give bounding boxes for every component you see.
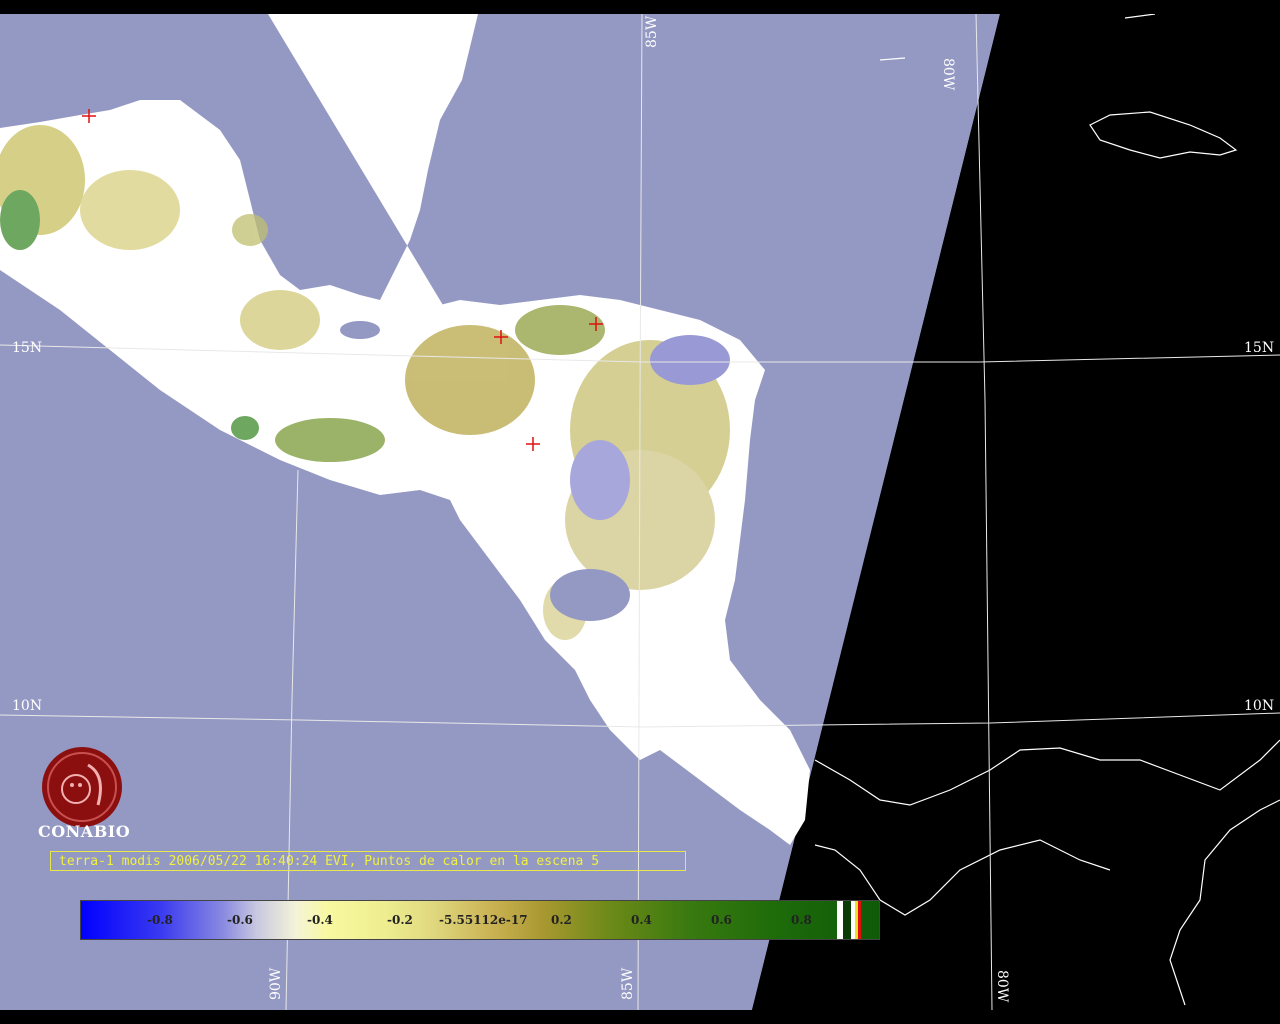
lake-nicaragua: [550, 569, 630, 621]
lon-label-80w-top: 80W: [940, 58, 956, 91]
lat-label-15n: 15N: [12, 340, 43, 356]
lon-label-85w-bottom: 85W: [620, 967, 636, 1000]
lon-label-90w-bottom: 90W: [268, 967, 284, 1000]
colorbar-tick: -0.4: [307, 913, 333, 927]
colorbar-tick: -0.8: [147, 913, 173, 927]
colorbar-swatch-gap: [843, 901, 851, 939]
evi-colorbar: -0.8 -0.6 -0.4 -0.2 -5.55112e-17 0.2 0.4…: [80, 900, 880, 940]
lon-label-80w-bottom: 80W: [994, 970, 1010, 1003]
colorbar-tick: -0.6: [227, 913, 253, 927]
top-frame: [0, 0, 1280, 14]
lon-label-85w-top: 85W: [644, 15, 660, 48]
lat-label-10n: 10N: [12, 698, 43, 714]
scene-caption: terra-1 modis 2006/05/22 16:40:24 EVI, P…: [50, 851, 686, 871]
colorbar-swatch-red: [858, 901, 861, 939]
colorbar-tick: 0.8: [791, 913, 812, 927]
conabio-logo-text: CONABIO: [38, 822, 131, 841]
bottom-frame: [0, 1010, 1280, 1024]
lake-izabal: [340, 321, 380, 339]
lat-label-15n-right: 15N: [1244, 340, 1275, 356]
colorbar-tick: 0.4: [631, 913, 652, 927]
lat-label-10n-right: 10N: [1244, 698, 1275, 714]
colorbar-tick: -5.55112e-17: [439, 913, 528, 927]
colorbar-tick: -0.2: [387, 913, 413, 927]
colorbar-tick: 0.2: [551, 913, 572, 927]
colorbar-tick: 0.6: [711, 913, 732, 927]
